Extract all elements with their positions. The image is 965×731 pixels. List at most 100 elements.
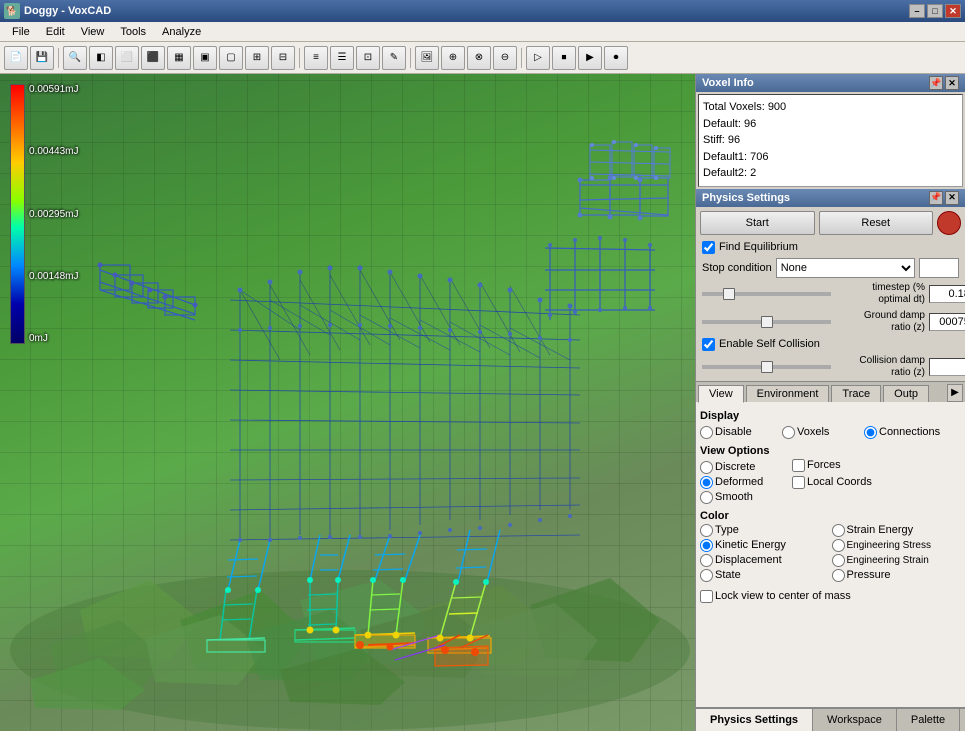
ground-damp-value[interactable]	[929, 313, 965, 331]
toolbar-new[interactable]: 📄	[4, 46, 28, 70]
menu-view[interactable]: View	[73, 24, 113, 40]
toolbar-btn-5[interactable]: ▣	[193, 46, 217, 70]
color-displacement[interactable]: Displacement	[700, 554, 830, 567]
toolbar-btn-2[interactable]: ⬜	[115, 46, 139, 70]
color-engineering-stress-radio[interactable]	[832, 539, 845, 552]
toolbar-btn-11[interactable]: ⊡	[356, 46, 380, 70]
color-state-label: State	[715, 569, 741, 581]
tab-environment[interactable]: Environment	[746, 385, 830, 402]
color-engineering-stress[interactable]: Engineering Stress	[832, 539, 962, 552]
toolbar-save[interactable]: 💾	[30, 46, 54, 70]
toolbar-btn-13[interactable]: 🖼	[415, 46, 439, 70]
menu-bar: File Edit View Tools Analyze	[0, 22, 965, 42]
toolbar-btn-16[interactable]: ⊖	[493, 46, 517, 70]
timestep-value[interactable]	[929, 285, 965, 303]
collision-damp-value[interactable]	[929, 358, 965, 376]
toolbar-btn-10[interactable]: ☰	[330, 46, 354, 70]
toolbar-btn-9[interactable]: ≡	[304, 46, 328, 70]
view-smooth-radio[interactable]	[700, 491, 713, 504]
view-options-radios: Discrete Deformed Smooth	[700, 459, 780, 506]
view-checkboxes: Forces Local Coords	[792, 459, 872, 489]
tab-trace[interactable]: Trace	[831, 385, 881, 402]
tab-view[interactable]: View	[698, 385, 744, 403]
display-disable-radio[interactable]	[700, 426, 713, 439]
find-equilibrium-checkbox[interactable]	[702, 241, 715, 254]
menu-analyze[interactable]: Analyze	[154, 24, 209, 40]
view-deformed[interactable]: Deformed	[700, 476, 780, 489]
view-discrete-radio[interactable]	[700, 461, 713, 474]
forces-checkbox[interactable]	[792, 459, 805, 472]
color-pressure-radio[interactable]	[832, 569, 845, 582]
view-smooth[interactable]: Smooth	[700, 491, 780, 504]
collision-damp-slider[interactable]	[702, 365, 831, 369]
color-type-radio[interactable]	[700, 524, 713, 537]
color-engineering-strain-radio[interactable]	[832, 554, 845, 567]
ground-damp-slider[interactable]	[702, 320, 831, 324]
menu-file[interactable]: File	[4, 24, 38, 40]
bottom-tab-palette[interactable]: Palette	[897, 709, 960, 731]
color-type[interactable]: Type	[700, 524, 830, 537]
view-discrete[interactable]: Discrete	[700, 461, 780, 474]
color-engineering-strain[interactable]: Engineering Strain	[832, 554, 962, 567]
toolbar-sep-1	[58, 48, 59, 68]
sim-controls-row: Start Reset	[696, 207, 965, 239]
toolbar-btn-14[interactable]: ⊕	[441, 46, 465, 70]
stop-condition-select[interactable]: None Time Fitness Energy	[776, 258, 915, 278]
self-collision-checkbox[interactable]	[702, 338, 715, 351]
stop-condition-input[interactable]	[919, 258, 959, 278]
timestep-slider[interactable]	[702, 292, 831, 296]
physics-settings-pin[interactable]: 📌	[929, 191, 943, 205]
color-displacement-radio[interactable]	[700, 554, 713, 567]
physics-settings-close[interactable]: ✕	[945, 191, 959, 205]
color-pressure[interactable]: Pressure	[832, 569, 962, 582]
toolbar-btn-7[interactable]: ⊞	[245, 46, 269, 70]
view-deformed-radio[interactable]	[700, 476, 713, 489]
toolbar-btn-6[interactable]: ▢	[219, 46, 243, 70]
voxel-info-pin[interactable]: 📌	[929, 76, 943, 90]
view-smooth-label: Smooth	[715, 491, 753, 503]
toolbar-btn-12[interactable]: ✎	[382, 46, 406, 70]
color-strain-energy[interactable]: Strain Energy	[832, 524, 962, 537]
menu-tools[interactable]: Tools	[112, 24, 154, 40]
toolbar-btn-20[interactable]: ⏺	[604, 46, 628, 70]
toolbar-btn-19[interactable]: ▶	[578, 46, 602, 70]
forces-check-item: Forces	[792, 459, 872, 472]
record-button[interactable]	[937, 211, 961, 235]
tab-output[interactable]: Outp	[883, 385, 929, 402]
color-scale: 0.00591mJ 0.00443mJ 0.00295mJ 0.00148mJ …	[10, 84, 78, 344]
scale-max: 0.00591mJ	[29, 84, 78, 95]
lock-view-label: Lock view to center of mass	[715, 590, 851, 602]
bottom-tab-physics[interactable]: Physics Settings	[696, 709, 813, 731]
toolbar-btn-15[interactable]: ⊗	[467, 46, 491, 70]
toolbar-zoom[interactable]: 🔍	[63, 46, 87, 70]
toolbar-btn-8[interactable]: ⊟	[271, 46, 295, 70]
viewport[interactable]: 0.00591mJ 0.00443mJ 0.00295mJ 0.00148mJ …	[0, 74, 695, 731]
bottom-tab-workspace[interactable]: Workspace	[813, 709, 897, 731]
toolbar-btn-18[interactable]: ⏹	[552, 46, 576, 70]
toolbar-btn-17[interactable]: ▷	[526, 46, 550, 70]
local-coords-checkbox[interactable]	[792, 476, 805, 489]
voxel-info-close[interactable]: ✕	[945, 76, 959, 90]
close-button[interactable]: ✕	[945, 4, 961, 18]
maximize-button[interactable]: □	[927, 4, 943, 18]
display-connections[interactable]: Connections	[864, 426, 944, 439]
menu-edit[interactable]: Edit	[38, 24, 73, 40]
color-state[interactable]: State	[700, 569, 830, 582]
tab-scroll-right[interactable]: ▶	[947, 384, 963, 402]
display-disable[interactable]: Disable	[700, 426, 780, 439]
lock-view-checkbox[interactable]	[700, 590, 713, 603]
reset-button[interactable]: Reset	[819, 211, 934, 235]
toolbar-btn-1[interactable]: ◧	[89, 46, 113, 70]
physics-settings-title: Physics Settings	[702, 192, 790, 204]
color-kinetic-energy-radio[interactable]	[700, 539, 713, 552]
display-connections-radio[interactable]	[864, 426, 877, 439]
color-kinetic-energy[interactable]: Kinetic Energy	[700, 539, 830, 552]
display-voxels-radio[interactable]	[782, 426, 795, 439]
display-voxels[interactable]: Voxels	[782, 426, 862, 439]
toolbar-btn-4[interactable]: ▦	[167, 46, 191, 70]
color-strain-energy-radio[interactable]	[832, 524, 845, 537]
toolbar-btn-3[interactable]: ⬛	[141, 46, 165, 70]
color-state-radio[interactable]	[700, 569, 713, 582]
start-button[interactable]: Start	[700, 211, 815, 235]
minimize-button[interactable]: –	[909, 4, 925, 18]
